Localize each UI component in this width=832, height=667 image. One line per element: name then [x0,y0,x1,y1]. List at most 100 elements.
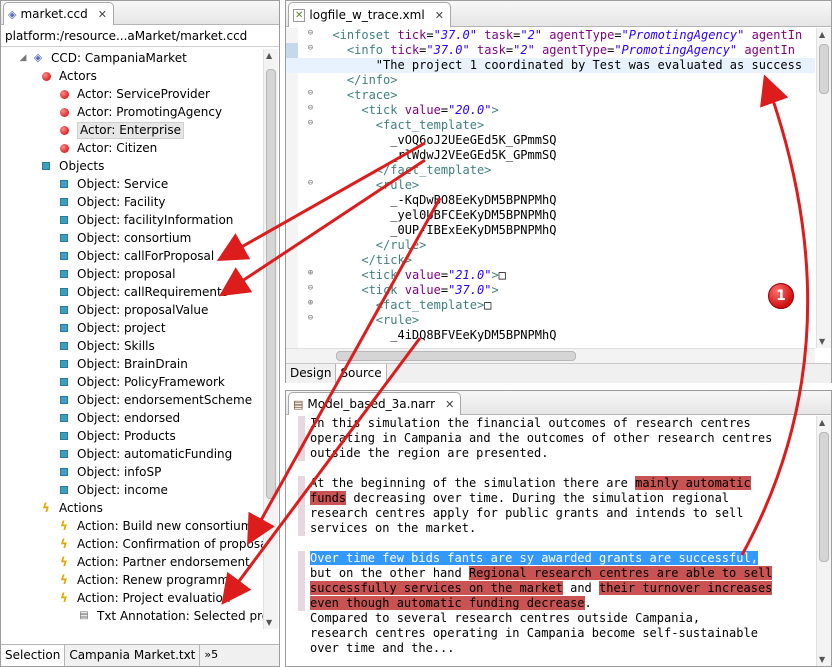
tree-item-object[interactable]: Object: Products [1,427,264,445]
tree-item-object[interactable]: Object: Service [1,175,264,193]
xml-source-text[interactable]: ⊖ <infoset tick="37.0" task="2" agentTyp… [286,28,815,348]
tree-root-ccd[interactable]: ◢ ◈ CCD: CampaniaMarket [1,49,264,67]
narrative-text-span: research centres operating in Campania b… [310,626,758,640]
tree-group-actions[interactable]: ϟ Actions [1,499,264,517]
tab-logfile[interactable]: ✕ logfile_w_trace.xml ✕ [288,2,451,27]
scroll-up-icon[interactable]: ▲ [819,418,825,427]
xml-vertical-scrollbar[interactable]: ▲ ▼ [816,28,831,348]
tree-group-actors[interactable]: Actors [1,67,264,85]
close-icon[interactable]: ✕ [98,8,107,21]
tab-selection[interactable]: Selection [1,645,66,666]
paragraph-marker [298,491,305,506]
tree-item-action[interactable]: ϟ Action: Confirmation of proposal [1,535,264,553]
tree-item-label: Object: PolicyFramework [77,375,225,389]
scroll-thumb[interactable] [819,432,829,562]
code-line: ⊖ <rule> [286,178,815,193]
scroll-thumb[interactable] [336,351,576,361]
tree-item-label: Actor: ServiceProvider [77,87,210,101]
code-line: _rlWdwJ2VEeGEd5K_GPmmSQ [286,148,815,163]
collapse-icon[interactable]: ⊖ [306,29,315,38]
tree-item-label: Object: project [77,321,166,335]
code-line: _yel0UBFCEeKyDM5BPNPMhQ [286,208,815,223]
scroll-down-icon[interactable]: ▼ [266,618,272,627]
tree-item-actor[interactable]: Actor: Citizen [1,139,264,157]
xml-tag: <info [346,43,391,57]
xml-attr-name: agentIn [751,28,803,42]
resource-path: platform:/resource...aMarket/market.ccd [1,25,279,47]
tree-item-object[interactable]: Object: callForProposal [1,247,264,265]
scroll-down-icon[interactable]: ▼ [819,655,825,664]
collapse-icon[interactable]: ⊖ [306,314,315,323]
tree-item-object[interactable]: Object: endorsementScheme [1,391,264,409]
tree-item-label: Actors [59,69,97,83]
xml-attr-value: "2" [520,28,543,42]
expand-icon[interactable]: ⊕ [306,269,315,278]
xml-horizontal-scrollbar[interactable] [286,348,815,363]
tree-item-label: Object: proposal [77,267,176,281]
tree-item-object[interactable]: Object: endorsed [1,409,264,427]
tree-item-object[interactable]: Object: income [1,481,264,499]
tree-scrollbar[interactable]: ▲ ▼ [263,49,278,629]
scroll-up-icon[interactable]: ▲ [266,51,272,60]
tab-design[interactable]: Design [286,364,337,383]
tree-item-actor[interactable]: Actor: PromotingAgency [1,103,264,121]
tab-model-based-narr[interactable]: ▤ Model_based_3a.narr ✕ [288,392,462,415]
tree-item-action[interactable]: ϟ Action: Project evaluation [1,589,264,607]
more-tabs-button[interactable]: »5 [200,645,222,666]
tree-item-object[interactable]: Object: proposal [1,265,264,283]
xml-text: _vOQ6oJ2UEeGEd5K_GPmmSQ [390,133,557,147]
tree-item-annotation[interactable]: ▤ Txt Annotation: Selected prop [1,607,264,625]
expand-icon[interactable]: ⊕ [306,299,315,308]
tree-item-object[interactable]: Object: infoSP [1,463,264,481]
xml-attr-value: "2" [513,43,535,57]
expand-toggle-icon[interactable]: ◢ [17,49,29,67]
tree-item-object[interactable]: Object: consortium [1,229,264,247]
actor-icon [57,105,71,119]
narrative-text[interactable]: In this simulation the financial outcome… [286,416,815,666]
xml-editor-tabbar: ✕ logfile_w_trace.xml ✕ [286,1,831,27]
tree-item-object[interactable]: Object: BrainDrain [1,355,264,373]
tree-item-action[interactable]: ϟ Action: Partner endorsement [1,553,264,571]
object-icon [57,321,71,335]
collapse-icon[interactable]: ⊖ [306,89,315,98]
tree-item-object[interactable]: Object: Skills [1,337,264,355]
tree-item-label: Object: facilityInformation [77,213,234,227]
collapse-icon[interactable]: ⊖ [306,179,315,188]
scroll-down-icon[interactable]: ▼ [819,337,825,346]
collapse-icon[interactable]: ⊖ [306,119,315,128]
xml-attr-value: "37.0" [426,43,470,57]
tree-item-object[interactable]: Object: Facility [1,193,264,211]
tree-item-object[interactable]: Object: PolicyFramework [1,373,264,391]
tab-source[interactable]: Source [336,364,387,383]
tree-group-objects[interactable]: Objects [1,157,264,175]
highlighted-phrase: their turnover increases [599,581,773,595]
collapse-icon[interactable]: ⊖ [306,44,315,53]
scroll-up-icon[interactable]: ▲ [819,30,825,39]
object-icon [57,411,71,425]
close-icon[interactable]: ✕ [435,9,444,22]
tree-item-action[interactable]: ϟ Action: Build new consortium [1,517,264,535]
tree-item-object[interactable]: Object: project [1,319,264,337]
tree-item-object[interactable]: Object: facilityInformation [1,211,264,229]
xml-text: "The project 1 coordinated by Test was e… [375,58,803,72]
tree-item-actor[interactable]: Actor: ServiceProvider [1,85,264,103]
object-icon [57,393,71,407]
collapse-icon[interactable]: ⊖ [306,284,315,293]
xml-attr-name: value [404,103,441,117]
code-line: ⊖ <info tick="37.0" task="2" agentType="… [286,43,815,58]
tree-item-object[interactable]: Object: proposalValue [1,301,264,319]
code-line: </tick> [286,253,815,268]
code-line: ⊖ <infoset tick="37.0" task="2" agentTyp… [286,28,815,43]
scroll-thumb[interactable] [266,69,276,499]
tree-item-action[interactable]: ϟ Action: Renew programme [1,571,264,589]
tab-campania-market-txt[interactable]: Campania Market.txt [65,645,201,666]
collapse-icon[interactable]: ⊖ [306,104,315,113]
narr-vertical-scrollbar[interactable]: ▲ ▼ [816,416,831,666]
tab-market-ccd[interactable]: ◈ market.ccd ✕ [3,2,114,25]
scroll-thumb[interactable] [819,44,829,94]
tree-item-object[interactable]: Object: automaticFunding [1,445,264,463]
close-icon[interactable]: ✕ [445,398,454,411]
tree-item-actor[interactable]: Actor: Enterprise [1,121,264,139]
tree-item-object[interactable]: Object: callRequirements [1,283,264,301]
xml-text: = [426,28,434,42]
